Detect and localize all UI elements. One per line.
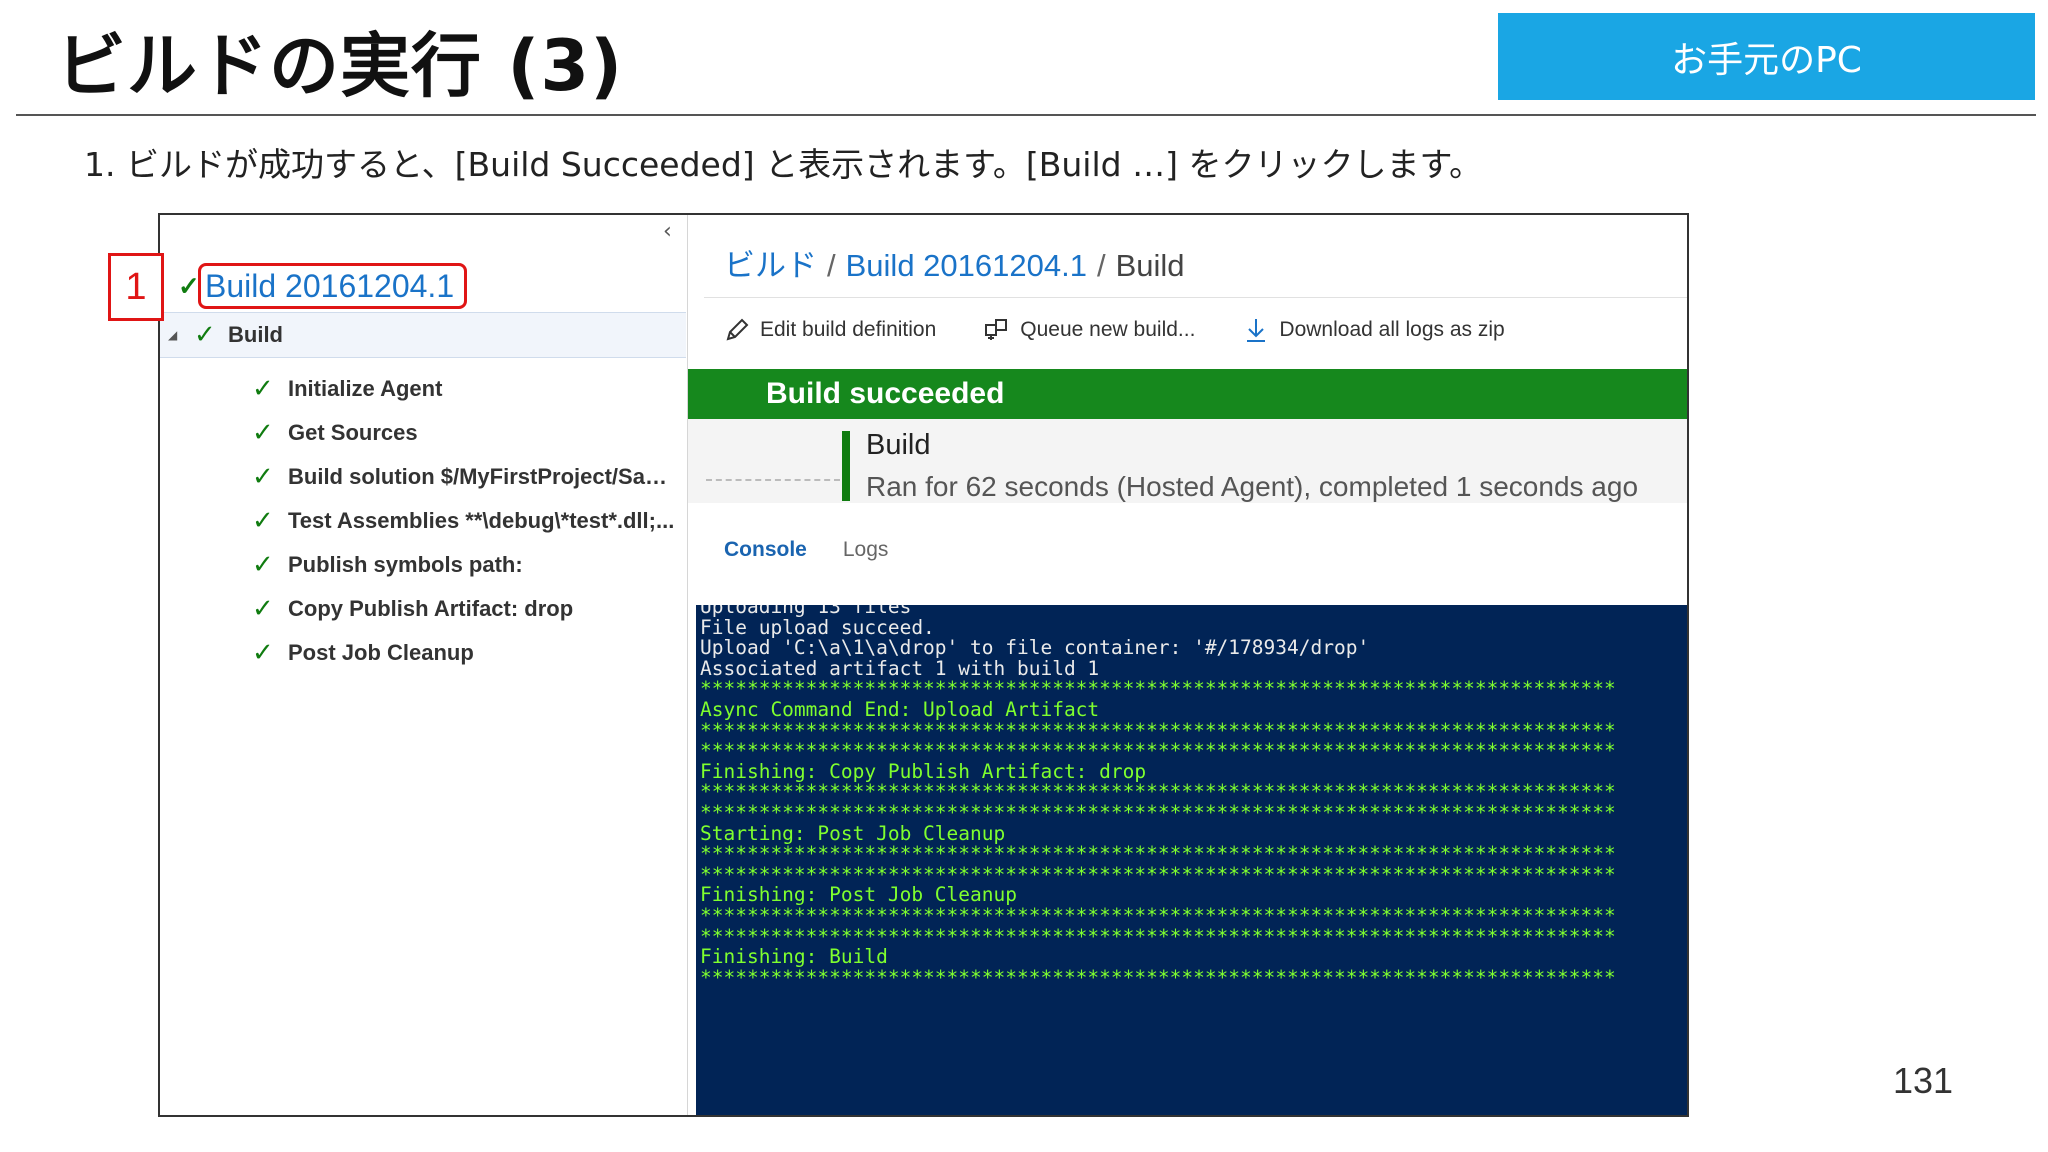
console-line: Associated artifact 1 with build 1 — [700, 656, 1100, 680]
console-line: Async Command End: Upload Artifact — [700, 697, 1100, 721]
page-number: 131 — [1893, 1060, 1954, 1101]
title-divider — [16, 114, 2036, 116]
task-label: Initialize Agent — [288, 376, 443, 401]
breadcrumb-current: Build — [1115, 248, 1185, 283]
collapse-panel-button[interactable]: ‹ — [663, 219, 672, 244]
breadcrumb-builds-link[interactable]: ビルド — [724, 248, 817, 283]
task-item[interactable]: ✓ Get Sources — [252, 411, 678, 455]
console-line: ****************************************… — [700, 965, 1616, 989]
check-icon: ✓ — [252, 418, 274, 448]
check-icon: ✓ — [252, 638, 274, 668]
console-line: Finishing: Copy Publish Artifact: drop — [700, 759, 1147, 783]
console-lines: Uploading 13 files File upload succeed. Up… — [700, 605, 1616, 988]
console-line: ****************************************… — [700, 800, 1616, 824]
build-status-banner: Build succeeded — [688, 369, 1687, 419]
queue-new-build-label: Queue new build... — [1020, 318, 1196, 341]
console-line: ****************************************… — [700, 842, 1616, 866]
task-label: Test Assemblies **\debug\*test*.dll;... — [288, 508, 675, 533]
phase-summary: Build Ran for 62 seconds (Hosted Agent),… — [688, 419, 1687, 503]
phase-name: Build — [866, 429, 931, 461]
build-phase-label: Build — [228, 322, 283, 347]
console-line: Upload 'C:\a\1\a\drop' to file container… — [700, 636, 1370, 660]
log-tabs: Console Logs — [724, 538, 888, 562]
console-line: ****************************************… — [700, 924, 1616, 948]
console-line: ****************************************… — [700, 862, 1616, 886]
task-label: Get Sources — [288, 420, 418, 445]
build-screenshot: ‹ ✓ Build 20161204.1 ◢ ✓ Build ✓ Initiali… — [158, 213, 1689, 1117]
check-icon: ✓ — [252, 462, 274, 492]
breadcrumb: ビルド / Build 20161204.1 / Build — [724, 240, 1185, 285]
edit-build-definition-button[interactable]: Edit build definition — [724, 317, 936, 343]
phase-status-bar — [842, 431, 850, 501]
build-status-text: Build succeeded — [766, 377, 1005, 410]
console-line: Finishing: Build — [700, 945, 888, 969]
queue-new-build-button[interactable]: Queue new build... — [984, 317, 1195, 343]
step-marker: 1 — [108, 253, 164, 321]
console-line: File upload succeed. — [700, 615, 935, 639]
build-run-node[interactable]: ✓ Build 20161204.1 — [178, 263, 468, 309]
toolbar-divider — [704, 297, 1687, 298]
tab-console[interactable]: Console — [724, 538, 807, 562]
download-logs-label: Download all logs as zip — [1279, 318, 1505, 341]
toolbar: Edit build definition Queue new build...… — [724, 305, 1505, 355]
task-item[interactable]: ✓ Initialize Agent — [252, 367, 678, 411]
build-run-link[interactable]: Build 20161204.1 — [198, 263, 468, 309]
task-label: Copy Publish Artifact: drop — [288, 596, 574, 621]
phase-detail: Ran for 62 seconds (Hosted Agent), compl… — [866, 471, 1639, 502]
check-icon: ✓ — [252, 550, 274, 580]
task-item[interactable]: ✓ Post Job Cleanup — [252, 631, 678, 675]
console-line: ****************************************… — [700, 903, 1616, 927]
environment-badge: お手元のPC — [1498, 13, 2035, 100]
task-label: Publish symbols path: — [288, 552, 523, 577]
tab-logs[interactable]: Logs — [843, 538, 889, 562]
task-item[interactable]: ✓ Publish symbols path: — [252, 543, 678, 587]
build-tree-panel: ‹ ✓ Build 20161204.1 ◢ ✓ Build ✓ Initiali… — [160, 215, 688, 1115]
download-logs-button[interactable]: Download all logs as zip — [1243, 317, 1505, 343]
check-icon: ✓ — [252, 506, 274, 536]
breadcrumb-separator: / — [1096, 248, 1106, 283]
pencil-icon — [724, 317, 750, 343]
console-line: ****************************************… — [700, 677, 1616, 701]
console-line: Starting: Post Job Cleanup — [700, 821, 1006, 845]
console-line: ****************************************… — [700, 718, 1616, 742]
check-icon: ✓ — [252, 594, 274, 624]
breadcrumb-separator: / — [827, 248, 836, 283]
console-line: ****************************************… — [700, 780, 1616, 804]
download-icon — [1243, 317, 1269, 343]
task-item[interactable]: ✓ Build solution $/MyFirstProject/Sam... — [252, 455, 678, 499]
console-line: Finishing: Post Job Cleanup — [700, 883, 1017, 907]
timeline-dash — [706, 479, 840, 481]
task-label: Post Job Cleanup — [288, 640, 474, 665]
task-list: ✓ Initialize Agent ✓ Get Sources ✓ Build so… — [252, 367, 678, 675]
collapse-triangle-icon[interactable]: ◢ — [168, 328, 194, 342]
console-line: ****************************************… — [700, 739, 1616, 763]
queue-icon — [984, 317, 1010, 343]
build-phase-node[interactable]: ◢ ✓ Build — [160, 312, 686, 358]
check-icon: ✓ — [252, 374, 274, 404]
breadcrumb-build-run-link[interactable]: Build 20161204.1 — [846, 248, 1087, 283]
instruction-text: 1. ビルドが成功すると、[Build Succeeded] と表示されます。[… — [84, 145, 1483, 184]
slide-title: ビルドの実行 (3) — [56, 25, 624, 107]
edit-build-definition-label: Edit build definition — [760, 318, 937, 341]
task-label: Build solution $/MyFirstProject/Sam... — [288, 464, 678, 489]
build-detail-panel: ビルド / Build 20161204.1 / Build Edit build de… — [688, 215, 1687, 1115]
task-item[interactable]: ✓ Copy Publish Artifact: drop — [252, 587, 678, 631]
console-output[interactable]: Uploading 13 files File upload succeed. Up… — [696, 605, 1687, 1115]
task-item[interactable]: ✓ Test Assemblies **\debug\*test*.dll;... — [252, 499, 678, 543]
check-icon: ✓ — [194, 320, 216, 350]
